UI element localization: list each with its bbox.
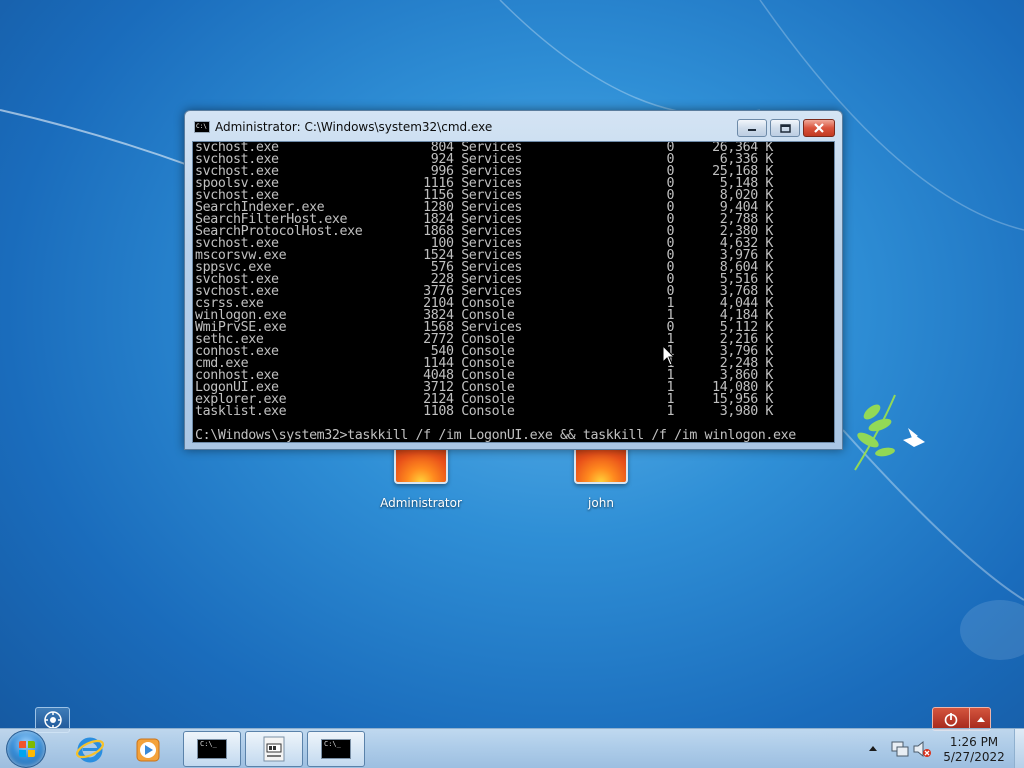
pinned-internet-explorer[interactable] xyxy=(62,732,118,766)
cmd-icon: C:\_ xyxy=(321,739,351,759)
window-title: Administrator: C:\Windows\system32\cmd.e… xyxy=(215,120,493,134)
cmd-icon: C:\_ xyxy=(197,739,227,759)
volume-muted-icon[interactable] xyxy=(912,739,932,759)
pinned-windows-media-player[interactable] xyxy=(120,732,176,766)
user-picture-flower xyxy=(574,444,628,484)
user-name: Administrator xyxy=(380,496,462,510)
shutdown-button[interactable] xyxy=(933,708,969,730)
white-bird-icon xyxy=(903,428,925,447)
cmd-window-icon: C:\ xyxy=(194,121,210,133)
taskbar-system-app[interactable] xyxy=(245,731,303,767)
console-line: C:\Windows\system32>taskkill /f /im Logo… xyxy=(195,428,796,443)
user-picture-flower xyxy=(394,444,448,484)
bird-plant-icon xyxy=(854,394,896,471)
clock[interactable]: 1:26 PM 5/27/2022 xyxy=(936,735,1012,765)
window-titlebar[interactable]: C:\ Administrator: C:\Windows\system32\c… xyxy=(185,111,842,141)
show-hidden-icons-icon[interactable] xyxy=(868,744,878,752)
ease-of-access-icon xyxy=(43,711,62,729)
user-name: john xyxy=(588,496,614,510)
close-icon xyxy=(814,123,824,133)
windows-media-player-icon xyxy=(136,738,160,762)
show-desktop-button[interactable] xyxy=(1014,729,1024,768)
close-button[interactable] xyxy=(803,119,835,137)
console-output[interactable]: svchost.exe 804 Services 0 26,364 Ksvcho… xyxy=(192,141,835,443)
start-button[interactable] xyxy=(6,730,46,768)
minimize-button[interactable] xyxy=(737,119,767,137)
console-scrollbar[interactable] xyxy=(826,142,834,442)
internet-explorer-icon xyxy=(75,737,105,763)
taskbar-cmd-window-1[interactable]: C:\_ xyxy=(183,731,241,767)
minimize-icon xyxy=(748,129,756,131)
taskbar-cmd-window-2[interactable]: C:\_ xyxy=(307,731,365,767)
cmd-window[interactable]: C:\ Administrator: C:\Windows\system32\c… xyxy=(184,110,843,450)
application-window-icon xyxy=(263,736,285,762)
maximize-icon xyxy=(779,123,791,133)
power-icon xyxy=(944,713,958,727)
network-icon[interactable] xyxy=(890,739,910,759)
clock-time: 1:26 PM xyxy=(949,735,999,749)
triangle-up-icon xyxy=(976,717,985,722)
mouse-cursor-icon xyxy=(662,345,676,366)
clock-date: 5/27/2022 xyxy=(943,750,1005,764)
taskbar: C:\_ C:\_ 1:26 PM 5/27/2022 xyxy=(0,728,1024,768)
maximize-button[interactable] xyxy=(770,119,800,137)
console-line: tasklist.exe 1108 Console 1 3,980 K xyxy=(195,404,774,419)
user-tile-administrator[interactable]: Administrator xyxy=(366,444,476,510)
console-text: svchost.exe 804 Services 0 26,364 Ksvcho… xyxy=(195,142,796,442)
shutdown-options-button[interactable] xyxy=(969,708,991,730)
user-tile-john[interactable]: john xyxy=(546,444,656,510)
